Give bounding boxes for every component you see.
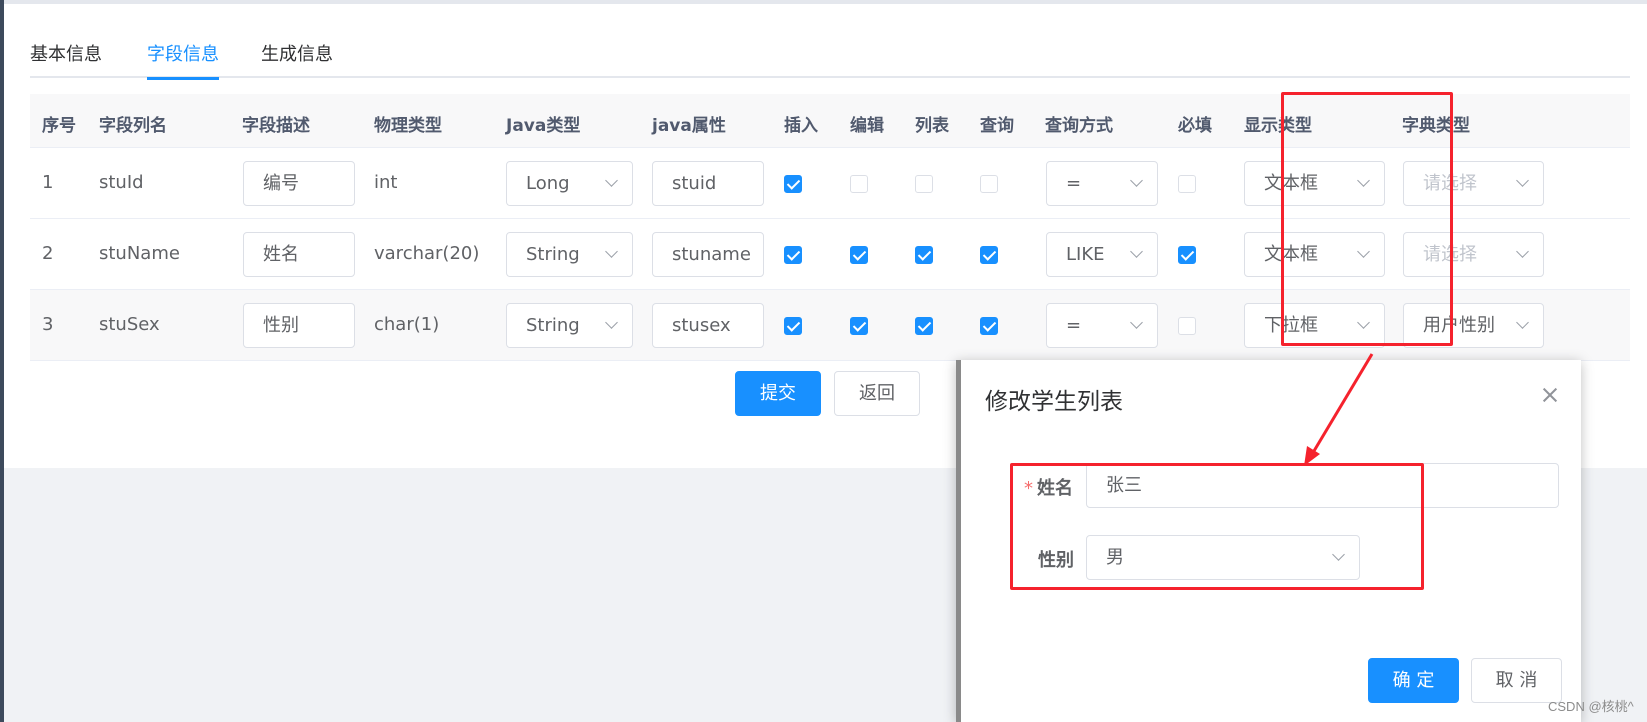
arrow-head xyxy=(1304,446,1320,466)
arrow-line xyxy=(1309,353,1374,457)
annotation-arrow xyxy=(1304,353,1374,466)
watermark: CSDN @核桃^ xyxy=(1548,699,1634,714)
